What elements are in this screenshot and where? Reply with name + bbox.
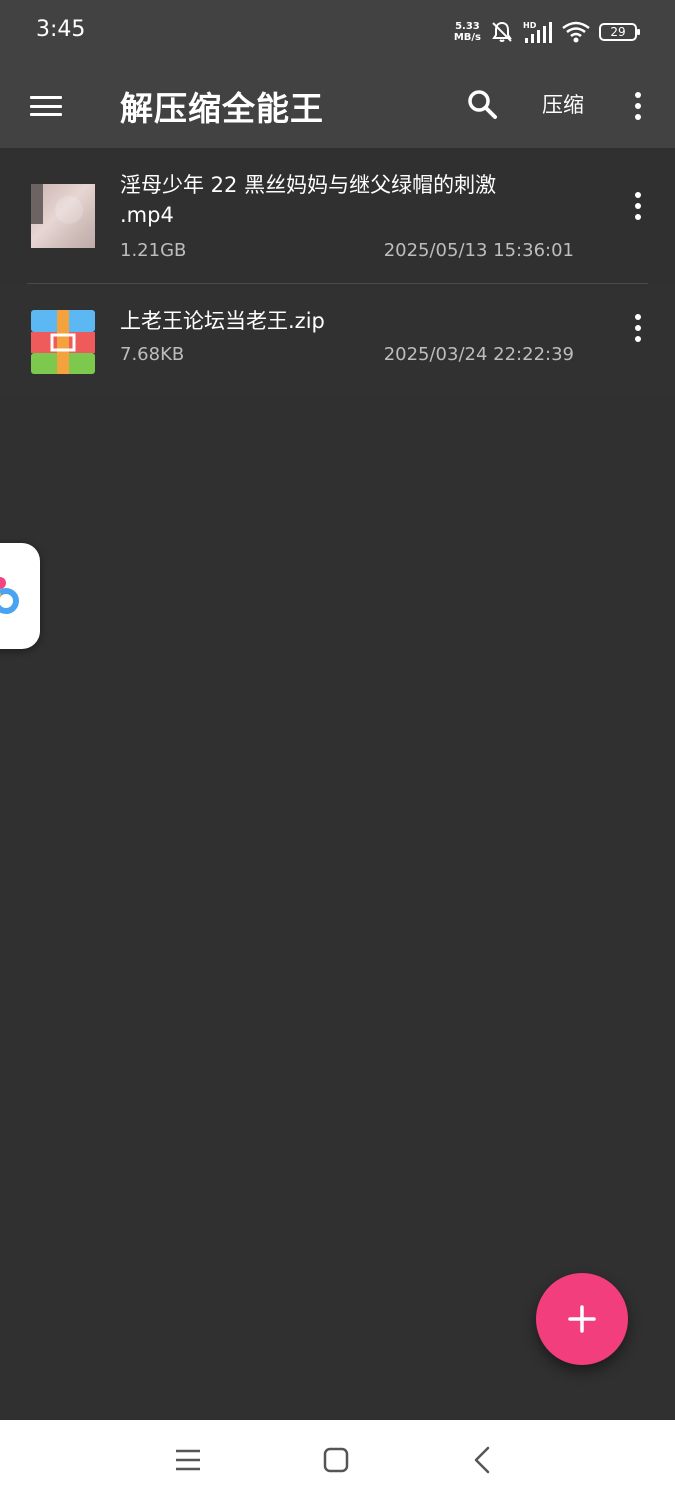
recent-apps-button[interactable] (168, 1442, 208, 1478)
file-date: 2025/03/24 22:22:39 (383, 344, 574, 365)
file-item[interactable]: 上老王论坛当老王.zip 7.68KB 2025/03/24 22:22:39 (0, 284, 675, 394)
network-speed-value: 5.33 (455, 21, 480, 32)
menu-button[interactable] (24, 84, 68, 128)
file-size: 1.21GB (120, 240, 187, 261)
mute-bell-icon (492, 21, 512, 42)
floating-assistant-widget[interactable] (0, 543, 40, 649)
plus-icon (568, 1305, 596, 1333)
app-bar: 解压缩全能王 压缩 (0, 62, 675, 148)
file-list: 淫母少年 22 黑丝妈妈与继父绿帽的刺激 .mp4 1.21GB 2025/05… (0, 148, 675, 394)
file-date: 2025/05/13 15:36:01 (383, 240, 574, 261)
home-icon (323, 1447, 349, 1473)
file-name: 上老王论坛当老王.zip (120, 309, 325, 333)
file-item[interactable]: 淫母少年 22 黑丝妈妈与继父绿帽的刺激 .mp4 1.21GB 2025/05… (0, 148, 675, 284)
more-vert-icon (635, 314, 641, 320)
add-fab-button[interactable] (536, 1273, 628, 1365)
navigation-bar (0, 1420, 675, 1500)
file-size: 7.68KB (120, 344, 185, 365)
network-speed: 5.33 MB/s (454, 21, 481, 43)
assistant-logo-icon (0, 577, 19, 614)
back-icon (474, 1446, 490, 1474)
search-icon (468, 90, 497, 119)
file-more-button[interactable] (622, 306, 654, 350)
more-vert-icon (635, 92, 641, 98)
app-title: 解压缩全能王 (120, 89, 324, 128)
battery-icon: 29 (599, 23, 640, 41)
status-icons: 5.33 MB/s HD 29 (454, 17, 640, 47)
video-thumbnail (31, 184, 95, 248)
file-more-button[interactable] (622, 184, 654, 228)
search-button[interactable] (460, 82, 504, 126)
recent-apps-icon (176, 1449, 200, 1471)
back-button[interactable] (462, 1442, 502, 1478)
home-button[interactable] (316, 1442, 356, 1478)
status-time: 3:45 (36, 17, 86, 42)
file-name: 淫母少年 22 黑丝妈妈与继父绿帽的刺激 .mp4 (120, 173, 497, 227)
network-speed-unit: MB/s (453, 32, 481, 43)
hd-signal-icon: HD (523, 21, 552, 43)
menu-icon (30, 96, 62, 116)
wifi-icon (562, 21, 590, 43)
more-vert-icon (635, 192, 641, 198)
more-options-button[interactable] (622, 84, 654, 128)
status-bar: 3:45 5.33 MB/s HD 29 (0, 0, 675, 62)
svg-text:HD: HD (523, 21, 537, 30)
zip-archive-icon (31, 310, 95, 374)
compress-button[interactable]: 压缩 (542, 89, 584, 119)
